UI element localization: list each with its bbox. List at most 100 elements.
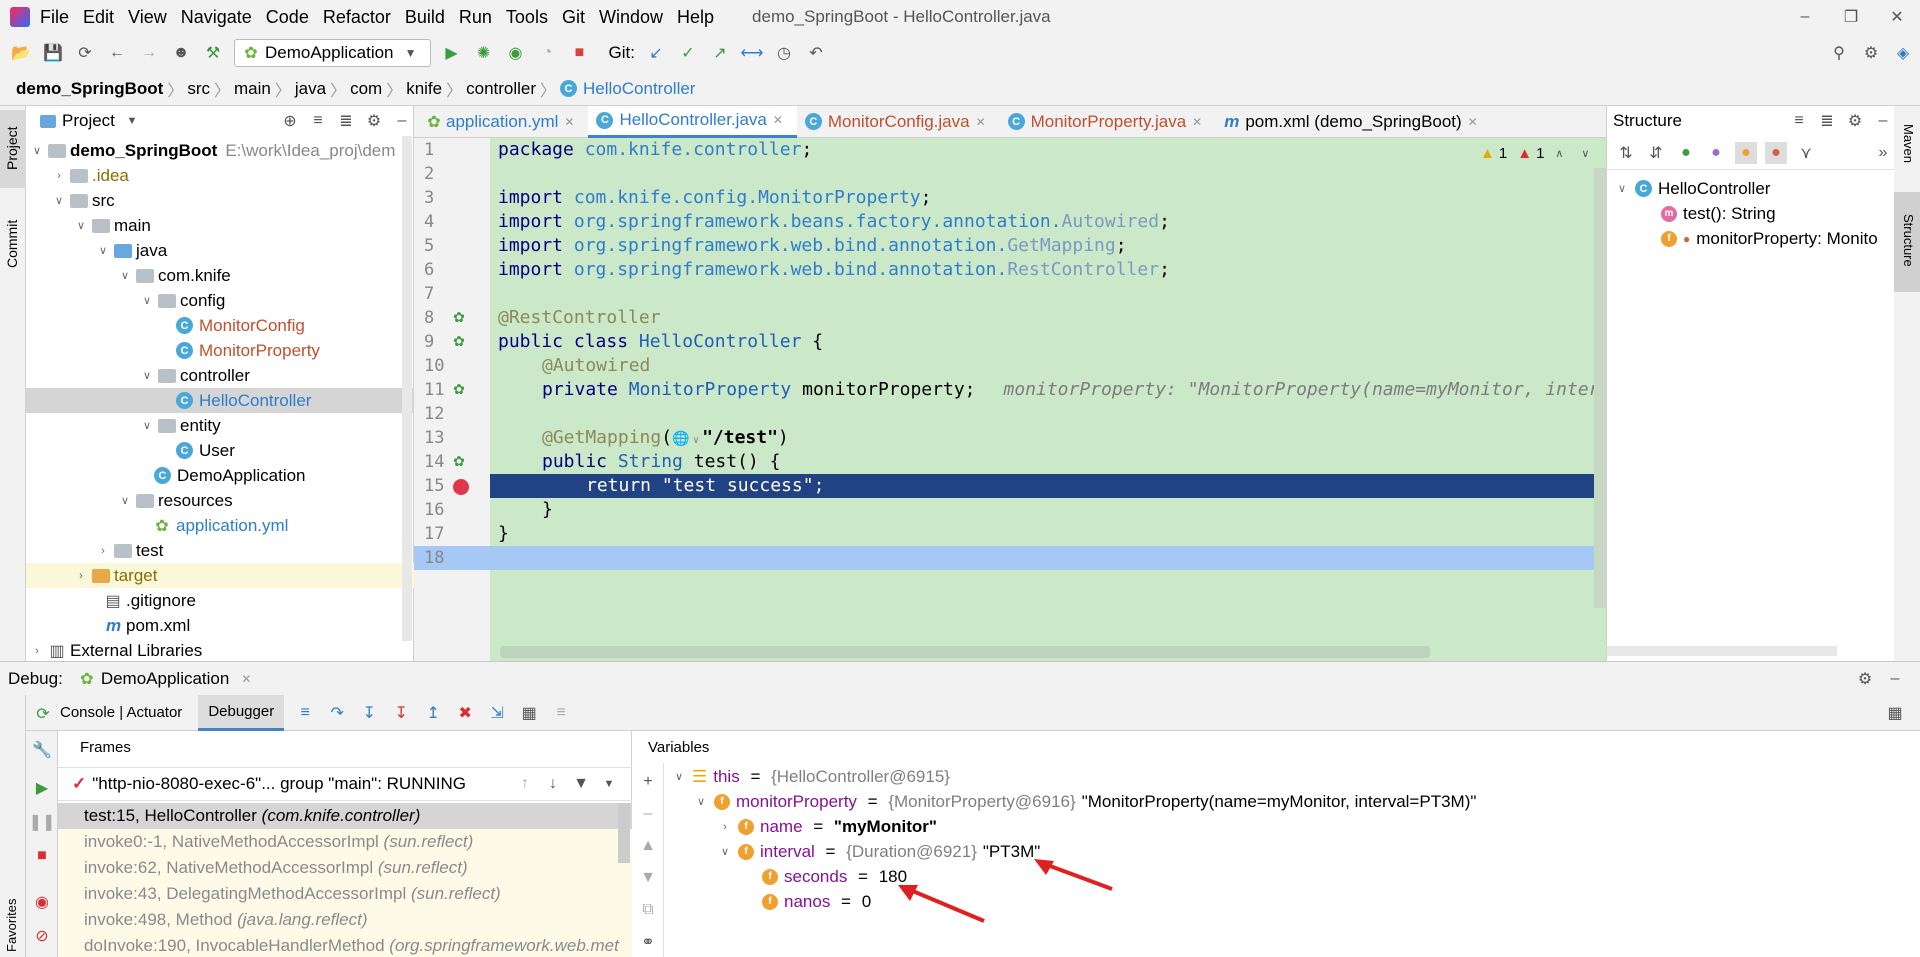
- menu-window[interactable]: Window: [599, 7, 663, 28]
- drop-frame-icon[interactable]: ✖: [454, 702, 476, 724]
- menu-code[interactable]: Code: [266, 7, 309, 28]
- close-tab-icon[interactable]: ✕: [558, 111, 580, 133]
- hide-icon[interactable]: –: [1884, 668, 1906, 690]
- evaluate-expression-icon[interactable]: ▦: [518, 702, 540, 724]
- close-tab-icon[interactable]: ✕: [767, 109, 789, 131]
- tree-item-resources[interactable]: ∨ resources: [118, 488, 233, 513]
- arrow-up-icon[interactable]: ↑: [514, 773, 536, 795]
- mute-breakpoints-icon[interactable]: ⊘: [31, 925, 53, 947]
- menu-file[interactable]: File: [40, 7, 69, 28]
- collapsed-arrow-icon[interactable]: ›: [718, 821, 732, 833]
- move-down-icon[interactable]: ▼: [637, 867, 659, 889]
- mapping-gutter-icon[interactable]: ✿: [448, 450, 470, 472]
- remove-watch-icon[interactable]: –: [637, 803, 659, 825]
- maven-tool-button[interactable]: Maven: [1894, 106, 1920, 186]
- tree-item-java[interactable]: ∨ java: [96, 238, 167, 263]
- more-icon[interactable]: »: [1872, 142, 1894, 164]
- var-nanos[interactable]: f nanos = 0: [762, 889, 871, 914]
- stop-icon[interactable]: ■: [569, 42, 591, 64]
- expanded-arrow-icon[interactable]: ∨: [118, 494, 132, 507]
- expand-all-icon[interactable]: ≡: [1788, 110, 1810, 132]
- var-monitorproperty[interactable]: ∨ f monitorProperty = {MonitorProperty@6…: [694, 789, 1476, 814]
- stop-icon[interactable]: ■: [31, 845, 53, 867]
- expanded-arrow-icon[interactable]: ∨: [140, 294, 154, 307]
- frame-item[interactable]: invoke:62, NativeMethodAccessorImpl (sun…: [84, 855, 468, 881]
- expanded-arrow-icon[interactable]: ∨: [672, 770, 686, 783]
- commit-tool-button[interactable]: Commit: [0, 202, 26, 282]
- menu-help[interactable]: Help: [677, 7, 714, 28]
- expanded-arrow-icon[interactable]: ∨: [718, 845, 732, 858]
- open-folder-icon[interactable]: 📂: [10, 42, 32, 64]
- tree-item-test[interactable]: › test: [96, 538, 163, 563]
- menu-refactor[interactable]: Refactor: [323, 7, 391, 28]
- run-config-select[interactable]: ✿ DemoApplication ▼: [234, 39, 431, 67]
- breadcrumb-class[interactable]: HelloController: [583, 79, 695, 99]
- structure-method[interactable]: m test(): String: [1661, 201, 1776, 226]
- menu-run[interactable]: Run: [459, 7, 492, 28]
- tab-pom[interactable]: m pom.xml (demo_SpringBoot) ✕: [1216, 106, 1492, 138]
- sort-visibility-icon[interactable]: ⇅: [1615, 142, 1637, 164]
- gear-icon[interactable]: ⚙: [363, 110, 385, 132]
- tab-monitorproperty[interactable]: C MonitorProperty.java ✕: [1000, 106, 1217, 138]
- show-non-public-icon[interactable]: ●: [1765, 141, 1787, 164]
- sync-icon[interactable]: ⟳: [74, 42, 96, 64]
- show-fields-icon[interactable]: ●: [1735, 141, 1757, 164]
- tree-item-monitorconfig[interactable]: C MonitorConfig: [176, 313, 305, 338]
- breadcrumb-java[interactable]: java: [295, 79, 326, 99]
- frame-item[interactable]: test:15, HelloController (com.knife.cont…: [84, 803, 420, 829]
- breadcrumb-controller[interactable]: controller: [466, 79, 536, 99]
- project-panel-title[interactable]: Project: [62, 111, 115, 131]
- step-over-icon[interactable]: ↷: [326, 702, 348, 724]
- run-to-cursor-icon[interactable]: ⇲: [486, 702, 508, 724]
- chevron-down-icon[interactable]: ▼: [598, 773, 620, 795]
- structure-h-scrollbar[interactable]: [1607, 646, 1837, 656]
- rerun-icon[interactable]: ⟳: [32, 703, 54, 725]
- inspection-widget[interactable]: ▲ 1 ▲ 1 ∧ ∨: [1480, 142, 1596, 164]
- menu-lines-icon[interactable]: ≡: [294, 702, 316, 724]
- var-name[interactable]: › f name = "myMonitor": [718, 814, 937, 839]
- collapsed-arrow-icon[interactable]: ›: [96, 545, 110, 557]
- tree-item-com-knife[interactable]: ∨ com.knife: [118, 263, 231, 288]
- chevron-down-icon[interactable]: ∨: [690, 430, 702, 452]
- collapse-all-icon[interactable]: ≣: [335, 110, 357, 132]
- rollback-icon[interactable]: ↶: [805, 42, 827, 64]
- tree-item-main[interactable]: ∨ main: [74, 213, 151, 238]
- frame-item[interactable]: doInvoke:190, InvocableHandlerMethod (or…: [84, 933, 619, 957]
- project-scrollbar[interactable]: [402, 136, 412, 641]
- chevron-up-icon[interactable]: ∧: [1548, 142, 1570, 164]
- breadcrumb-knife[interactable]: knife: [406, 79, 442, 99]
- collapsed-arrow-icon[interactable]: ›: [74, 570, 88, 582]
- debug-icon[interactable]: ✺: [473, 42, 495, 64]
- tree-root[interactable]: ∨ demo_SpringBoot E:\work\Idea_proj\dem: [30, 138, 395, 163]
- show-inherited-icon[interactable]: ●: [1675, 142, 1697, 164]
- debug-session-tab[interactable]: ✿ DemoApplication ✕: [79, 668, 258, 690]
- maximize-icon[interactable]: ❐: [1828, 6, 1874, 28]
- step-into-icon[interactable]: ↧: [358, 702, 380, 724]
- minimize-icon[interactable]: –: [1782, 6, 1828, 28]
- gear-icon[interactable]: ⚙: [1854, 668, 1876, 690]
- coverage-icon[interactable]: ◉: [505, 42, 527, 64]
- plugins-icon[interactable]: ◈: [1892, 42, 1914, 64]
- settings-wrench-icon[interactable]: 🔧: [31, 739, 53, 761]
- back-icon[interactable]: ←: [106, 42, 128, 64]
- frames-scrollbar[interactable]: [618, 803, 630, 863]
- run-icon[interactable]: ▶: [441, 42, 463, 64]
- project-tool-button[interactable]: Project: [0, 110, 26, 188]
- hide-icon[interactable]: –: [1872, 110, 1894, 132]
- show-lambdas-icon[interactable]: ⋎: [1795, 142, 1817, 164]
- pause-icon[interactable]: ❚❚: [29, 811, 56, 833]
- spring-bean-gutter-icon[interactable]: ✿: [448, 306, 470, 328]
- menu-build[interactable]: Build: [405, 7, 445, 28]
- expanded-arrow-icon[interactable]: ∨: [140, 369, 154, 382]
- expanded-arrow-icon[interactable]: ∨: [1615, 182, 1629, 195]
- frame-item[interactable]: invoke:498, Method (java.lang.reflect): [84, 907, 368, 933]
- breadcrumb-project[interactable]: demo_SpringBoot: [16, 79, 163, 99]
- force-step-into-icon[interactable]: ↧: [390, 702, 412, 724]
- frame-item[interactable]: invoke:43, DelegatingMethodAccessorImpl …: [84, 881, 501, 907]
- expanded-arrow-icon[interactable]: ∨: [30, 144, 44, 157]
- tree-item-monitorproperty[interactable]: C MonitorProperty: [176, 338, 320, 363]
- step-out-icon[interactable]: ↥: [422, 702, 444, 724]
- breadcrumb-main[interactable]: main: [234, 79, 271, 99]
- forward-icon[interactable]: →: [138, 42, 160, 64]
- chevron-down-icon[interactable]: ∨: [1574, 142, 1596, 164]
